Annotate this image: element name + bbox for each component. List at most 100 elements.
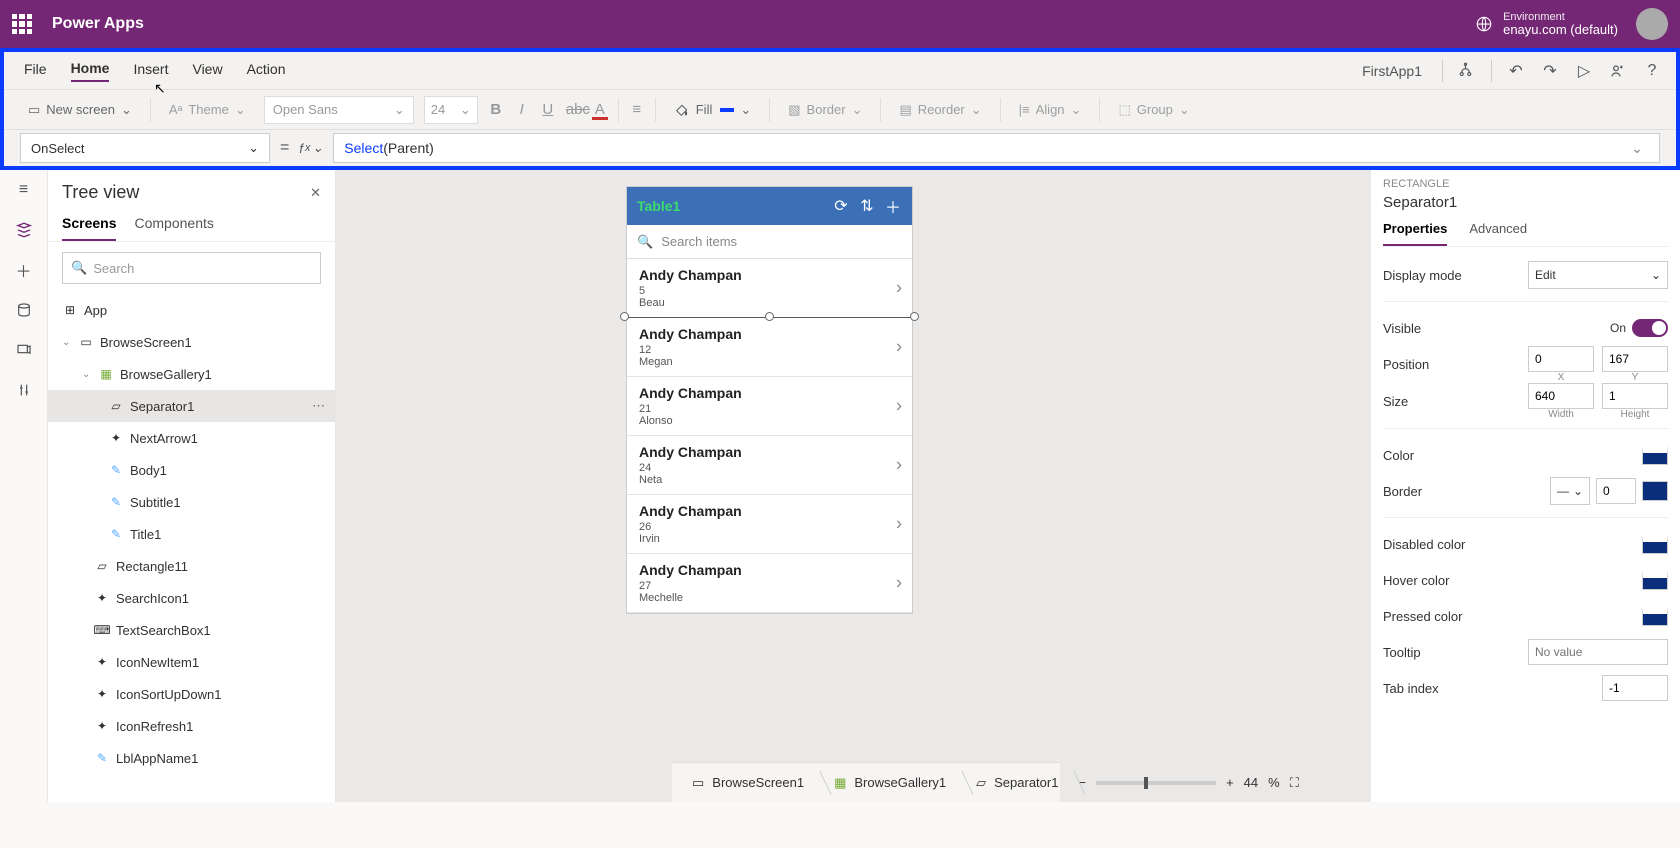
undo-icon[interactable]: ↶ [1506, 61, 1526, 81]
text-align-icon[interactable]: ≡ [629, 101, 645, 118]
chevron-right-icon[interactable]: › [896, 455, 902, 476]
border-width-input[interactable] [1596, 478, 1636, 504]
tree-screen[interactable]: ⌄ ▭ BrowseScreen1 [48, 326, 335, 358]
fx-icon[interactable]: fx ⌄ [299, 140, 323, 156]
gallery-item[interactable]: Andy Champan 5 Beau › [627, 259, 912, 318]
tabindex-input[interactable] [1602, 675, 1668, 701]
font-select[interactable]: Open Sans⌄ [264, 96, 414, 124]
tooltip-input[interactable] [1528, 639, 1668, 665]
border-style-select[interactable]: —⌄ [1550, 477, 1590, 505]
breadcrumb-item[interactable]: ▱ Separator1 [966, 771, 1072, 795]
new-screen-button[interactable]: ▭ New screen ⌄ [20, 98, 140, 122]
fill-button[interactable]: Fill ⌄ [666, 98, 760, 122]
visible-toggle[interactable] [1632, 319, 1668, 337]
advanced-tools-icon[interactable] [14, 380, 34, 400]
tab-components[interactable]: Components [134, 215, 213, 241]
help-icon[interactable]: ? [1642, 61, 1662, 81]
refresh-icon[interactable]: ⟳ [832, 196, 850, 216]
tree-view-icon[interactable] [14, 220, 34, 240]
menu-home[interactable]: Home [71, 60, 110, 82]
disabled-color-swatch[interactable] [1642, 534, 1668, 554]
position-y-input[interactable] [1602, 346, 1668, 372]
group-button[interactable]: ⬚ Group ⌄ [1110, 98, 1197, 122]
app-checker-icon[interactable] [1457, 61, 1477, 81]
tree-nextarrow[interactable]: ✦ NextArrow1 [48, 422, 335, 454]
tree-app[interactable]: ⊞ App [48, 294, 335, 326]
data-icon[interactable] [14, 300, 34, 320]
tree-iconnewitem[interactable]: ✦ IconNewItem1 [48, 646, 335, 678]
height-input[interactable] [1602, 383, 1668, 409]
color-swatch[interactable] [1642, 445, 1668, 465]
hamburger-icon[interactable]: ≡ [14, 180, 34, 200]
tab-advanced[interactable]: Advanced [1469, 221, 1527, 246]
border-button[interactable]: ▧ Border ⌄ [780, 98, 870, 122]
position-x-input[interactable] [1528, 346, 1594, 372]
breadcrumb-item[interactable]: ▭ BrowseScreen1 [682, 771, 818, 795]
zoom-slider[interactable] [1096, 781, 1216, 785]
share-icon[interactable] [1608, 61, 1628, 81]
display-mode-select[interactable]: Edit⌄ [1528, 261, 1668, 289]
tree-rectangle11[interactable]: ▱ Rectangle11 [48, 550, 335, 582]
gallery-item[interactable]: Andy Champan 21 Alonso › [627, 377, 912, 436]
formula-expand-icon[interactable]: ⌄ [1625, 140, 1649, 157]
user-avatar[interactable] [1636, 8, 1668, 40]
align-button[interactable]: |≡ Align ⌄ [1011, 98, 1090, 122]
chevron-right-icon[interactable]: › [896, 514, 902, 535]
fit-to-window-icon[interactable]: ⛶ [1290, 775, 1299, 791]
gallery-item[interactable]: Andy Champan 26 Irvin › [627, 495, 912, 554]
menu-action[interactable]: Action [247, 61, 286, 81]
tree-title1[interactable]: ✎ Title1 [48, 518, 335, 550]
breadcrumb-item[interactable]: ▦ BrowseGallery1 [824, 771, 960, 795]
formula-input[interactable]: Select(Parent) ⌄ [333, 133, 1660, 163]
tab-properties[interactable]: Properties [1383, 221, 1447, 246]
tree-searchicon[interactable]: ✦ SearchIcon1 [48, 582, 335, 614]
strikethrough-icon[interactable]: abc [566, 101, 582, 118]
more-icon[interactable]: ⋯ [312, 398, 325, 414]
border-color-swatch[interactable] [1642, 481, 1668, 501]
bold-icon[interactable]: B [488, 101, 504, 118]
gallery-item[interactable]: Andy Champan 24 Neta › [627, 436, 912, 495]
app-launcher-icon[interactable] [12, 14, 32, 34]
chevron-right-icon[interactable]: › [896, 573, 902, 594]
zoom-in-button[interactable]: + [1226, 775, 1234, 790]
underline-icon[interactable]: U [540, 101, 556, 118]
tree-subtitle[interactable]: ✎ Subtitle1 [48, 486, 335, 518]
menu-file[interactable]: File [24, 61, 47, 81]
tree-body[interactable]: ✎ Body1 [48, 454, 335, 486]
tree-iconsort[interactable]: ✦ IconSortUpDown1 [48, 678, 335, 710]
property-select[interactable]: OnSelect ⌄ [20, 133, 270, 163]
italic-icon[interactable]: I [514, 101, 530, 118]
pressed-color-swatch[interactable] [1642, 606, 1668, 626]
canvas-area[interactable]: Table1 ⟳ ⇅ ＋ 🔍 Search items Andy Champan… [336, 170, 1370, 802]
hover-color-swatch[interactable] [1642, 570, 1668, 590]
chevron-right-icon[interactable]: › [896, 278, 902, 299]
tree-separator[interactable]: ▱ Separator1 ⋯ [48, 390, 335, 422]
media-icon[interactable] [14, 340, 34, 360]
insert-icon[interactable]: ＋ [14, 260, 34, 280]
width-input[interactable] [1528, 383, 1594, 409]
preview-search[interactable]: 🔍 Search items [627, 225, 912, 259]
reorder-button[interactable]: ▤ Reorder ⌄ [891, 98, 989, 122]
gallery-item[interactable]: Andy Champan 27 Mechelle › [627, 554, 912, 613]
chevron-right-icon[interactable]: › [896, 396, 902, 417]
tree-iconrefresh[interactable]: ✦ IconRefresh1 [48, 710, 335, 742]
font-size-select[interactable]: 24⌄ [424, 96, 478, 124]
tree-textsearchbox[interactable]: ⌨ TextSearchBox1 [48, 614, 335, 646]
sort-icon[interactable]: ⇅ [858, 196, 876, 216]
close-icon[interactable]: ✕ [310, 185, 321, 201]
font-color-icon[interactable]: A [592, 101, 608, 118]
tree-lblappname[interactable]: ✎ LblAppName1 [48, 742, 335, 774]
tree-gallery[interactable]: ⌄ ▦ BrowseGallery1 [48, 358, 335, 390]
gallery-item[interactable]: Andy Champan 12 Megan › [627, 318, 912, 377]
tree-search-input[interactable]: 🔍 Search [62, 252, 321, 284]
tab-screens[interactable]: Screens [62, 215, 116, 241]
redo-icon[interactable]: ↷ [1540, 61, 1560, 81]
play-icon[interactable]: ▷ [1574, 61, 1594, 81]
menu-insert[interactable]: Insert [133, 61, 168, 81]
menu-view[interactable]: View [192, 61, 222, 81]
chevron-right-icon[interactable]: › [896, 337, 902, 358]
theme-button[interactable]: Aᵃ Theme ⌄ [161, 98, 254, 122]
environment-picker[interactable]: Environment enayu.com (default) [1475, 11, 1618, 37]
rectangle-icon: ▱ [976, 775, 986, 791]
add-icon[interactable]: ＋ [884, 194, 902, 218]
